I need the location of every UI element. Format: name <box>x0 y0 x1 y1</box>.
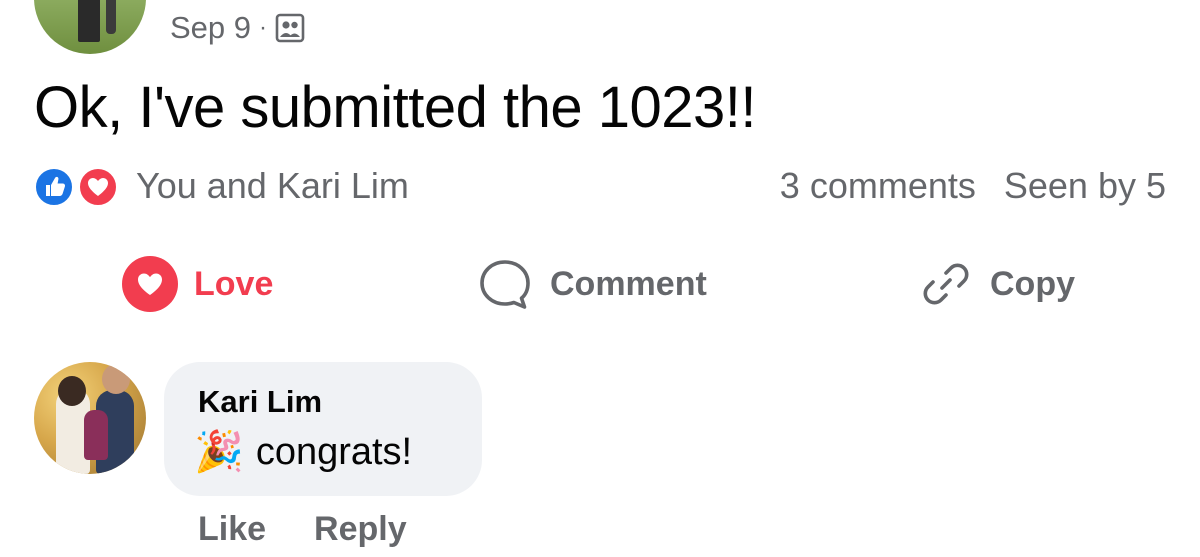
reactors-text[interactable]: You and Kari Lim <box>136 164 409 208</box>
audience-icon[interactable] <box>275 13 305 43</box>
party-popper-emoji: 🎉 <box>194 430 244 474</box>
comment-icon <box>480 260 530 309</box>
avatar-person-head <box>102 364 130 394</box>
comment-label: Comment <box>550 264 707 303</box>
like-icon <box>34 167 74 207</box>
link-icon <box>923 263 969 305</box>
love-label: Love <box>194 264 274 303</box>
avatar-figure-secondary <box>106 0 116 34</box>
comment-author[interactable]: Kari Lim <box>198 384 322 420</box>
love-icon <box>78 167 118 207</box>
post-meta: Sep 9 · <box>170 8 305 48</box>
comment-body: 🎉 congrats! <box>194 428 412 476</box>
comment-like-button[interactable]: Like <box>198 510 266 549</box>
comments-count[interactable]: 3 comments <box>780 164 976 208</box>
comment-reply-button[interactable]: Reply <box>314 510 407 549</box>
love-button[interactable]: Love <box>122 252 273 316</box>
meta-separator: · <box>259 14 268 41</box>
avatar-person-head <box>58 376 86 406</box>
copy-label: Copy <box>990 264 1075 303</box>
action-bar: Love Comment Copy <box>0 252 1200 316</box>
post-date[interactable]: Sep 9 <box>170 10 251 46</box>
comment-text: congrats! <box>255 430 413 473</box>
post-text: Ok, I've submitted the 1023!! <box>34 75 756 140</box>
commenter-avatar[interactable] <box>34 362 146 474</box>
comment-actions: Like Reply <box>198 510 407 549</box>
author-avatar[interactable] <box>34 0 146 54</box>
post-view: Sep 9 · Ok, I've submitted the 1023!! Yo… <box>0 0 1200 557</box>
copy-button[interactable]: Copy <box>918 252 1075 316</box>
reaction-icons <box>34 166 128 207</box>
reactions-summary[interactable]: You and Kari Lim 3 comments Seen by 5 <box>34 164 1166 208</box>
post-stats: 3 comments Seen by 5 <box>780 164 1166 208</box>
avatar-child <box>84 410 108 460</box>
avatar-figure <box>78 0 100 42</box>
love-reaction-icon <box>122 256 178 312</box>
comment-button[interactable]: Comment <box>476 252 707 316</box>
seen-by[interactable]: Seen by 5 <box>1004 164 1166 208</box>
comment-bubble[interactable]: Kari Lim 🎉 congrats! <box>164 362 482 496</box>
